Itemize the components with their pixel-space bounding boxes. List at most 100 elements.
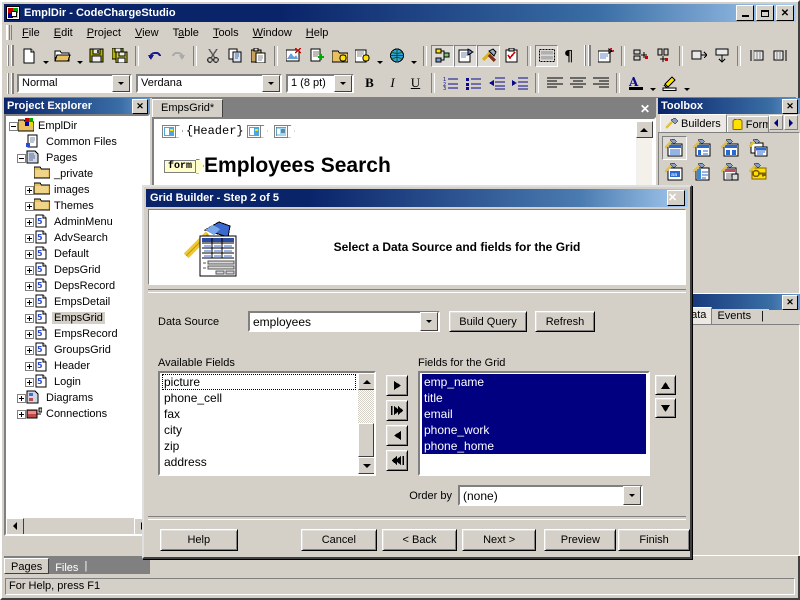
increase-indent-icon[interactable] bbox=[508, 72, 531, 94]
grid-field-item[interactable]: emp_name bbox=[422, 374, 646, 390]
tree-expand-icon[interactable] bbox=[25, 218, 34, 227]
open-dropdown-arrow-icon[interactable] bbox=[74, 42, 85, 70]
split-cells-icon[interactable] bbox=[710, 45, 733, 67]
tab-files[interactable]: Files bbox=[49, 560, 84, 574]
insert-row-icon[interactable] bbox=[629, 45, 652, 67]
grid-field-item[interactable]: phone_home bbox=[422, 438, 646, 454]
available-field-item[interactable]: phone_cell bbox=[162, 390, 356, 406]
menu-drag-grip[interactable] bbox=[6, 25, 12, 40]
available-fields-scrollbar[interactable] bbox=[358, 373, 374, 474]
project-tree[interactable]: EmplDirCommon FilesPages_privateimagesTh… bbox=[4, 114, 150, 536]
project-tree-horizontal-scrollbar[interactable] bbox=[6, 518, 150, 534]
toolbox-tab-form[interactable]: Form bbox=[727, 116, 769, 132]
undo-icon[interactable] bbox=[143, 45, 166, 67]
save-icon[interactable] bbox=[85, 45, 108, 67]
next-button[interactable]: Next > bbox=[462, 529, 537, 551]
italic-button[interactable]: I bbox=[381, 72, 404, 94]
available-scroll-up-button[interactable] bbox=[358, 373, 376, 390]
align-center-icon[interactable] bbox=[566, 72, 589, 94]
available-field-item[interactable]: fax bbox=[162, 406, 356, 422]
help-button[interactable]: Help bbox=[160, 529, 238, 551]
login-builder-icon[interactable] bbox=[746, 160, 771, 184]
properties-close-icon[interactable]: ✕ bbox=[782, 295, 798, 310]
available-field-item[interactable]: zip bbox=[162, 438, 356, 454]
db-toolbar-grip[interactable] bbox=[584, 45, 591, 66]
browser-dropdown-arrow-icon[interactable] bbox=[408, 42, 419, 70]
database-icon[interactable] bbox=[594, 45, 617, 67]
dialog-close-button[interactable]: ✕ bbox=[667, 190, 685, 206]
tree-item-depsgrid[interactable]: 5DepsGrid bbox=[9, 262, 148, 278]
font-size-dropdown-arrow-icon[interactable] bbox=[334, 75, 352, 92]
move-up-button[interactable] bbox=[655, 375, 676, 395]
site-diagram-icon[interactable] bbox=[431, 45, 454, 67]
tree-expand-icon[interactable] bbox=[25, 362, 34, 371]
available-scroll-down-button[interactable] bbox=[358, 457, 376, 474]
grid-field-item[interactable]: phone_work bbox=[422, 422, 646, 438]
highlight-dropdown-arrow-icon[interactable] bbox=[681, 69, 692, 97]
font-color-icon[interactable]: A bbox=[624, 72, 647, 94]
numbered-list-icon[interactable]: 123 bbox=[439, 72, 462, 94]
bold-button[interactable]: B bbox=[358, 72, 381, 94]
close-button[interactable]: ✕ bbox=[776, 5, 794, 21]
decrease-indent-icon[interactable] bbox=[485, 72, 508, 94]
data-source-dropdown-arrow-icon[interactable] bbox=[420, 312, 438, 331]
master-detail-builder-icon[interactable] bbox=[746, 136, 771, 160]
menu-project[interactable]: Project bbox=[80, 25, 128, 41]
font-size-combo[interactable]: 1 (8 pt) bbox=[286, 74, 354, 93]
tree-expand-icon[interactable] bbox=[25, 282, 34, 291]
font-family-dropdown-arrow-icon[interactable] bbox=[262, 75, 280, 92]
grid-fields-list[interactable]: emp_nametitleemailphone_workphone_home bbox=[418, 371, 650, 476]
tree-expand-icon[interactable] bbox=[17, 410, 26, 419]
save-all-icon[interactable] bbox=[108, 45, 131, 67]
main-toolbar-grip[interactable] bbox=[7, 45, 14, 66]
tree-expand-icon[interactable] bbox=[25, 378, 34, 387]
paragraph-style-combo[interactable]: Normal bbox=[17, 74, 132, 93]
grid-field-item[interactable]: email bbox=[422, 406, 646, 422]
toolbox-tab-next-button[interactable] bbox=[784, 115, 798, 130]
table-borders-icon[interactable] bbox=[535, 45, 558, 67]
open-icon[interactable] bbox=[51, 45, 74, 67]
tree-item-advsearch[interactable]: 5AdvSearch bbox=[9, 230, 148, 246]
tree-item-empsdetail[interactable]: 5EmpsDetail bbox=[9, 294, 148, 310]
font-family-combo[interactable]: Verdana bbox=[136, 74, 282, 93]
publish-folder-icon[interactable] bbox=[328, 45, 351, 67]
directory-builder-icon[interactable] bbox=[718, 160, 743, 184]
new-page-icon[interactable] bbox=[305, 45, 328, 67]
align-table-left-icon[interactable] bbox=[745, 45, 768, 67]
record-builder-icon[interactable] bbox=[690, 136, 715, 160]
tree-expand-icon[interactable] bbox=[25, 330, 34, 339]
tools-icon[interactable] bbox=[477, 45, 500, 67]
properties-tab-events[interactable]: Events bbox=[712, 309, 756, 324]
bulleted-list-icon[interactable] bbox=[462, 72, 485, 94]
underline-button[interactable]: U bbox=[404, 72, 427, 94]
tree-item-groupsgrid[interactable]: 5GroupsGrid bbox=[9, 342, 148, 358]
validate-icon[interactable] bbox=[500, 45, 523, 67]
tree-item-themes[interactable]: Themes bbox=[9, 198, 148, 214]
tree-expand-icon[interactable] bbox=[25, 298, 34, 307]
tree-item-empldir[interactable]: EmplDir bbox=[9, 118, 148, 134]
cut-icon[interactable] bbox=[201, 45, 224, 67]
tree-item-empsrecord[interactable]: 5EmpsRecord bbox=[9, 326, 148, 342]
project-explorer-close-icon[interactable]: ✕ bbox=[132, 99, 148, 114]
grid-record-builder-icon[interactable] bbox=[718, 136, 743, 160]
tree-expand-icon[interactable] bbox=[25, 202, 34, 211]
toolbox-close-icon[interactable]: ✕ bbox=[782, 99, 798, 114]
tree-item--private[interactable]: _private bbox=[9, 166, 148, 182]
merge-cells-icon[interactable] bbox=[687, 45, 710, 67]
menu-edit[interactable]: Edit bbox=[47, 25, 80, 41]
available-scroll-thumb[interactable] bbox=[358, 423, 374, 458]
menu-tools[interactable]: Tools bbox=[206, 25, 246, 41]
tree-item-images[interactable]: images bbox=[9, 182, 148, 198]
tree-item-adminmenu[interactable]: 5AdminMenu bbox=[9, 214, 148, 230]
menu-help[interactable]: Help bbox=[299, 25, 336, 41]
grid-builder-icon[interactable] bbox=[662, 136, 687, 160]
move-down-button[interactable] bbox=[655, 398, 676, 418]
preview-dropdown-arrow-icon[interactable] bbox=[374, 42, 385, 70]
tree-collapse-icon[interactable] bbox=[17, 154, 26, 163]
paragraph-style-dropdown-arrow-icon[interactable] bbox=[112, 75, 130, 92]
align-left-icon[interactable] bbox=[543, 72, 566, 94]
order-by-combo[interactable]: (none) bbox=[458, 485, 643, 506]
tree-item-connections[interactable]: Connections bbox=[9, 406, 148, 422]
available-scroll-track[interactable] bbox=[358, 390, 374, 423]
search-builder-icon[interactable]: aa bbox=[662, 160, 687, 184]
